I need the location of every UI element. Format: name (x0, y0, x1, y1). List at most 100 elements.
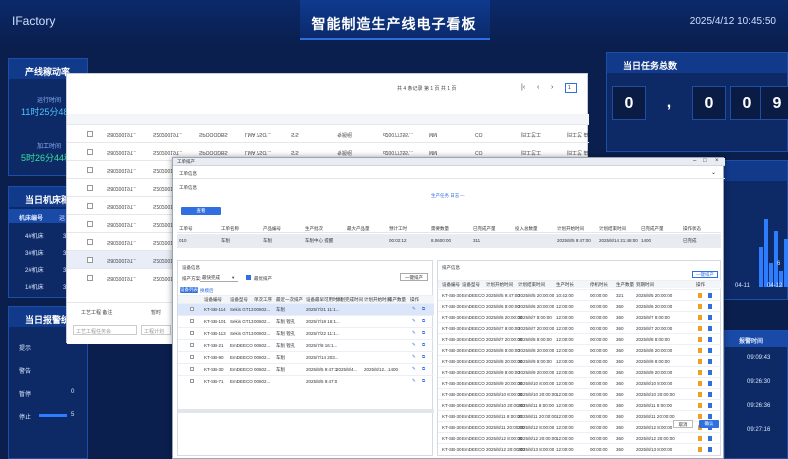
row-checkbox[interactable] (87, 221, 93, 227)
table-row[interactable]: KT-SB-113 Sekis GT13 00602... 车削 镗孔 2025/7/2… (178, 327, 434, 339)
delete-icon[interactable] (708, 381, 712, 386)
lock-icon[interactable] (698, 348, 702, 353)
copy-icon[interactable]: ⧉ (422, 330, 425, 335)
table-row[interactable]: KT-SB-30 EmDEECO 2025/8/6 20:00:00 2025/8/7… (438, 311, 722, 322)
table-row[interactable]: KT-SB-114 Sekis GT13 00602... 车削 2025/7/21 1… (178, 303, 434, 315)
chevron-down-icon[interactable]: ⌄ (711, 169, 716, 176)
lock-icon[interactable] (698, 447, 702, 452)
table-row[interactable]: KT-SB-30 EmDEECO 2025/8/10 20:00:00 2025/8/… (438, 399, 722, 410)
delete-icon[interactable] (708, 304, 712, 309)
table-row[interactable]: KT-SB-21 EmDEECO 00602... 车削 镗孔 2025/7/8 16:… (178, 339, 434, 351)
table-row[interactable]: S8020019T... S2020019T... SPOOODBS LMA 7SO'… (67, 124, 589, 142)
edit-icon[interactable]: ✎ (412, 366, 416, 372)
table-row[interactable]: KT-SB-30 EmDEECO 2025/8/8 20:00:00 2025/8/9… (438, 355, 722, 366)
edit-icon[interactable]: ✎ (412, 330, 416, 336)
log-link[interactable]: 生产任务 日志 (431, 193, 459, 199)
lock-icon[interactable] (698, 414, 702, 419)
next-page-icon[interactable]: › (551, 84, 553, 91)
table-row[interactable]: KT-SB-30 EmDEECO 2025/8/8 8:00:00 2025/8/8 … (438, 344, 722, 355)
table-row[interactable]: KT-SB-30 EmDEECO 2025/8/7 8:00:00 2025/8/7 … (438, 322, 722, 333)
row-checkbox[interactable] (190, 367, 194, 371)
delete-icon[interactable] (708, 436, 712, 441)
filter-input-b[interactable]: 工程计划 (141, 325, 171, 335)
row-checkbox[interactable] (190, 331, 194, 335)
table-row[interactable]: KT-SB-30 EmDEECO 2025/8/9 20:00:00 2025/8/1… (438, 377, 722, 388)
optimal-checkbox[interactable] (246, 275, 251, 280)
tab-work-order[interactable]: 工单信息 (179, 171, 197, 177)
edit-icon[interactable]: ✎ (412, 378, 416, 384)
lock-icon[interactable] (698, 315, 702, 320)
auto-schedule-button[interactable]: 一键排产 (692, 271, 718, 278)
delete-icon[interactable] (708, 315, 712, 320)
row-checkbox[interactable] (87, 239, 93, 245)
lock-icon[interactable] (698, 359, 702, 364)
row-checkbox[interactable] (87, 203, 93, 209)
table-row[interactable]: KT-SB-30 EmDEECO 2025/8/9 8:00:00 2025/8/9 … (438, 366, 722, 377)
delete-icon[interactable] (708, 392, 712, 397)
edit-icon[interactable]: ✎ (412, 318, 416, 324)
table-row[interactable]: KT-SB-30 EmDEECO 00602... 车削 2025/8/5 9:47:1… (178, 363, 434, 375)
lock-icon[interactable] (698, 381, 702, 386)
row-checkbox[interactable] (190, 379, 194, 383)
lock-icon[interactable] (698, 403, 702, 408)
lock-icon[interactable] (698, 293, 702, 298)
page-input[interactable]: 1 (565, 83, 577, 93)
table-row[interactable]: KT-SB-30 EmDEECO 2025/8/12 8:00:00 2025/8/1… (438, 432, 722, 443)
edit-icon[interactable]: ✎ (412, 354, 416, 360)
delete-icon[interactable] (708, 414, 712, 419)
table-row[interactable]: KT-SB-30 EmDEECO 2025/8/7 20:00:00 2025/8/8… (438, 333, 722, 344)
copy-icon[interactable]: ⧉ (422, 354, 425, 359)
table-row[interactable]: KT-SB-71 EmDEECO 00602... 2025/8/5 9:47:0 ✎ ⧉ (178, 375, 434, 387)
table-row[interactable]: KT-SB-30 EmDEECO 2025/8/6 8:00:00 2025/8/6 … (438, 300, 722, 311)
lock-icon[interactable] (698, 370, 702, 375)
edit-icon[interactable]: ✎ (412, 306, 416, 312)
delete-icon[interactable] (708, 370, 712, 375)
delete-icon[interactable] (708, 447, 712, 452)
delete-icon[interactable] (708, 326, 712, 331)
copy-icon[interactable]: ⧉ (422, 378, 425, 383)
horizontal-scrollbar[interactable] (178, 409, 434, 413)
lock-icon[interactable] (698, 337, 702, 342)
auto-schedule-button[interactable]: 一键排产 (400, 273, 428, 281)
lock-icon[interactable] (698, 304, 702, 309)
copy-icon[interactable]: ⧉ (422, 318, 425, 323)
table-row[interactable]: KT-SB-90 EmDEECO 00602... 车削 2025/7/14 203..… (178, 351, 434, 363)
copy-icon[interactable]: ⧉ (422, 306, 425, 311)
filter-input-a[interactable]: 工艺工程任务会 (73, 325, 137, 335)
row-checkbox[interactable] (190, 307, 194, 311)
row-checkbox[interactable] (87, 131, 93, 137)
row-checkbox[interactable] (87, 167, 93, 173)
tab-after-mold[interactable]: 换模后 (200, 288, 214, 294)
table-row[interactable]: KT-SB-30 EmDEECO 2025/8/5 9:47:00 2025/8/5 … (438, 289, 722, 300)
confirm-button[interactable]: 确认 (699, 420, 719, 428)
cancel-button[interactable]: 取消 (673, 420, 693, 428)
row-checkbox[interactable] (87, 185, 93, 191)
row-checkbox[interactable] (87, 275, 93, 281)
delete-icon[interactable] (708, 403, 712, 408)
lock-icon[interactable] (698, 436, 702, 441)
edit-icon[interactable]: ✎ (412, 342, 416, 348)
delete-icon[interactable] (708, 359, 712, 364)
lock-icon[interactable] (698, 326, 702, 331)
maximize-icon[interactable]: □ (703, 158, 707, 164)
delete-icon[interactable] (708, 293, 712, 298)
row-checkbox[interactable] (87, 257, 93, 263)
tab-device-list[interactable]: 设备列表 (180, 287, 198, 293)
delete-icon[interactable] (708, 337, 712, 342)
first-page-icon[interactable]: |‹ (521, 84, 525, 91)
table-row[interactable]: KT-SB-30 EmDEECO 2025/8/12 20:00:00 2025/8/… (438, 443, 722, 454)
copy-icon[interactable]: ⧉ (422, 342, 425, 347)
work-order-row[interactable]: 010 车削 车削 车削中心 提醒 00:02:12 8.0600:00 311 2025/8… (177, 234, 721, 248)
scheme-select[interactable]: 最快完成 ▾ (200, 274, 238, 282)
row-checkbox[interactable] (87, 149, 93, 155)
prev-page-icon[interactable]: ‹ (537, 84, 539, 91)
row-checkbox[interactable] (190, 343, 194, 347)
copy-icon[interactable]: ⧉ (422, 366, 425, 371)
lock-icon[interactable] (698, 392, 702, 397)
table-row[interactable]: KT-SB-30 EmDEECO 2025/8/10 8:00:00 2025/8/1… (438, 388, 722, 399)
minimize-icon[interactable]: – (693, 158, 696, 164)
row-checkbox[interactable] (190, 355, 194, 359)
row-checkbox[interactable] (190, 319, 194, 323)
delete-icon[interactable] (708, 348, 712, 353)
close-icon[interactable]: × (715, 158, 719, 164)
